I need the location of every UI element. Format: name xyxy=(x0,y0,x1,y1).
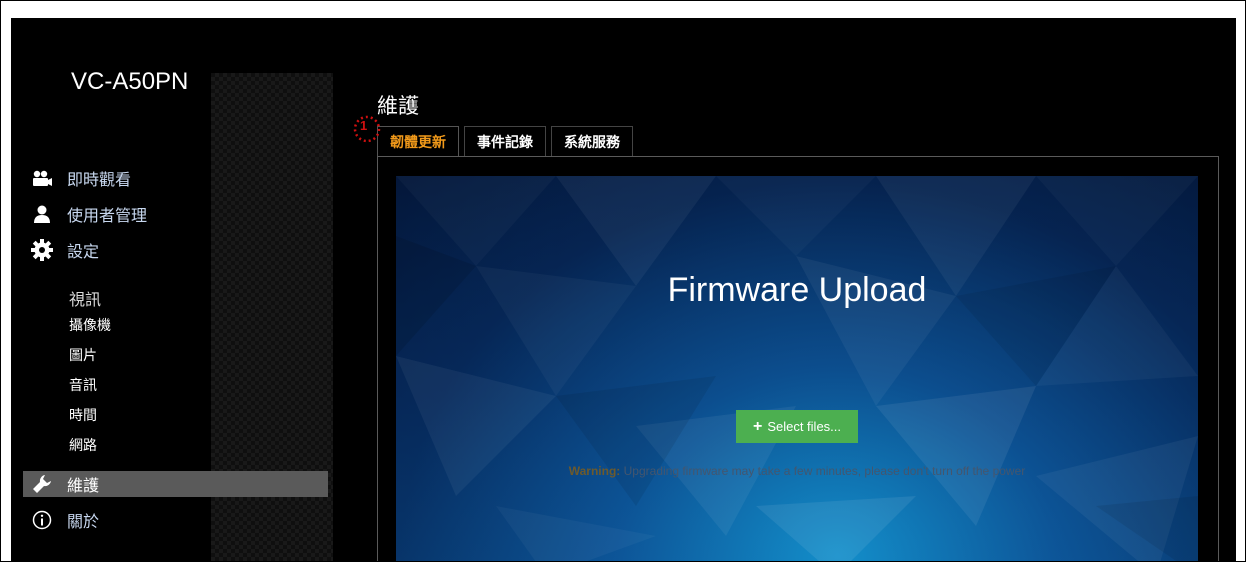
sidebar-subitem-video[interactable]: 視訊 xyxy=(69,286,101,310)
user-icon xyxy=(31,203,53,225)
warning-label: Warning: xyxy=(568,464,621,478)
page-title: 維護 xyxy=(377,94,419,118)
info-icon xyxy=(31,509,53,531)
app-window: VC-A50PN 即時觀看 使用者管理 設定 視訊 攝像機 圖片 音訊 時間 網… xyxy=(11,18,1236,561)
upload-title: Firmware Upload xyxy=(667,271,927,309)
sidebar-subitem-image[interactable]: 圖片 xyxy=(69,345,97,365)
sidebar-item-live-view[interactable]: 即時觀看 xyxy=(31,166,131,190)
sidebar-subitem-time[interactable]: 時間 xyxy=(69,405,97,425)
sidebar-item-about[interactable]: 關於 xyxy=(31,508,99,532)
warning-text: Upgrading firmware may take a few minute… xyxy=(623,464,1026,478)
sidebar-item-label: 設定 xyxy=(67,242,100,261)
sidebar-item-settings[interactable]: 設定 xyxy=(31,238,99,262)
sidebar-item-label: 即時觀看 xyxy=(67,170,132,189)
tab-firmware-update[interactable]: 韌體更新 xyxy=(377,126,459,156)
sidebar: VC-A50PN 即時觀看 使用者管理 設定 視訊 攝像機 圖片 音訊 時間 網… xyxy=(11,18,333,561)
camera-icon xyxy=(31,167,53,189)
sidebar-item-user-management[interactable]: 使用者管理 xyxy=(31,202,147,226)
callout-number: 1 xyxy=(360,118,368,133)
screenshot-frame: VC-A50PN 即時觀看 使用者管理 設定 視訊 攝像機 圖片 音訊 時間 網… xyxy=(0,0,1246,562)
sidebar-item-label: 維護 xyxy=(67,476,100,495)
tab-system-service[interactable]: 系統服務 xyxy=(551,126,633,156)
select-files-button[interactable]: + Select files... xyxy=(736,410,858,443)
tab-bar: 韌體更新 事件記錄 系統服務 xyxy=(377,126,633,156)
tab-event-log[interactable]: 事件記錄 xyxy=(464,126,546,156)
background-pattern xyxy=(396,176,1198,561)
sidebar-item-label: 使用者管理 xyxy=(67,206,148,225)
sidebar-item-label: 關於 xyxy=(67,512,100,531)
wrench-icon xyxy=(31,473,53,495)
sidebar-item-maintenance[interactable]: 維護 xyxy=(23,471,328,497)
sidebar-subitem-network[interactable]: 網路 xyxy=(69,435,97,455)
sidebar-subitem-audio[interactable]: 音訊 xyxy=(69,375,97,395)
gear-icon xyxy=(31,239,53,261)
select-files-label: Select files... xyxy=(767,419,842,434)
plus-icon: + xyxy=(752,417,763,435)
firmware-upload-area: Firmware Upload + Select files... Warnin… xyxy=(396,176,1198,561)
sidebar-subitem-camera[interactable]: 攝像機 xyxy=(69,315,111,335)
warning-message: Warning: Upgrading firmware may take a f… xyxy=(396,464,1198,478)
tab-content-panel: Firmware Upload + Select files... Warnin… xyxy=(377,156,1219,561)
device-model-title: VC-A50PN xyxy=(71,68,189,95)
